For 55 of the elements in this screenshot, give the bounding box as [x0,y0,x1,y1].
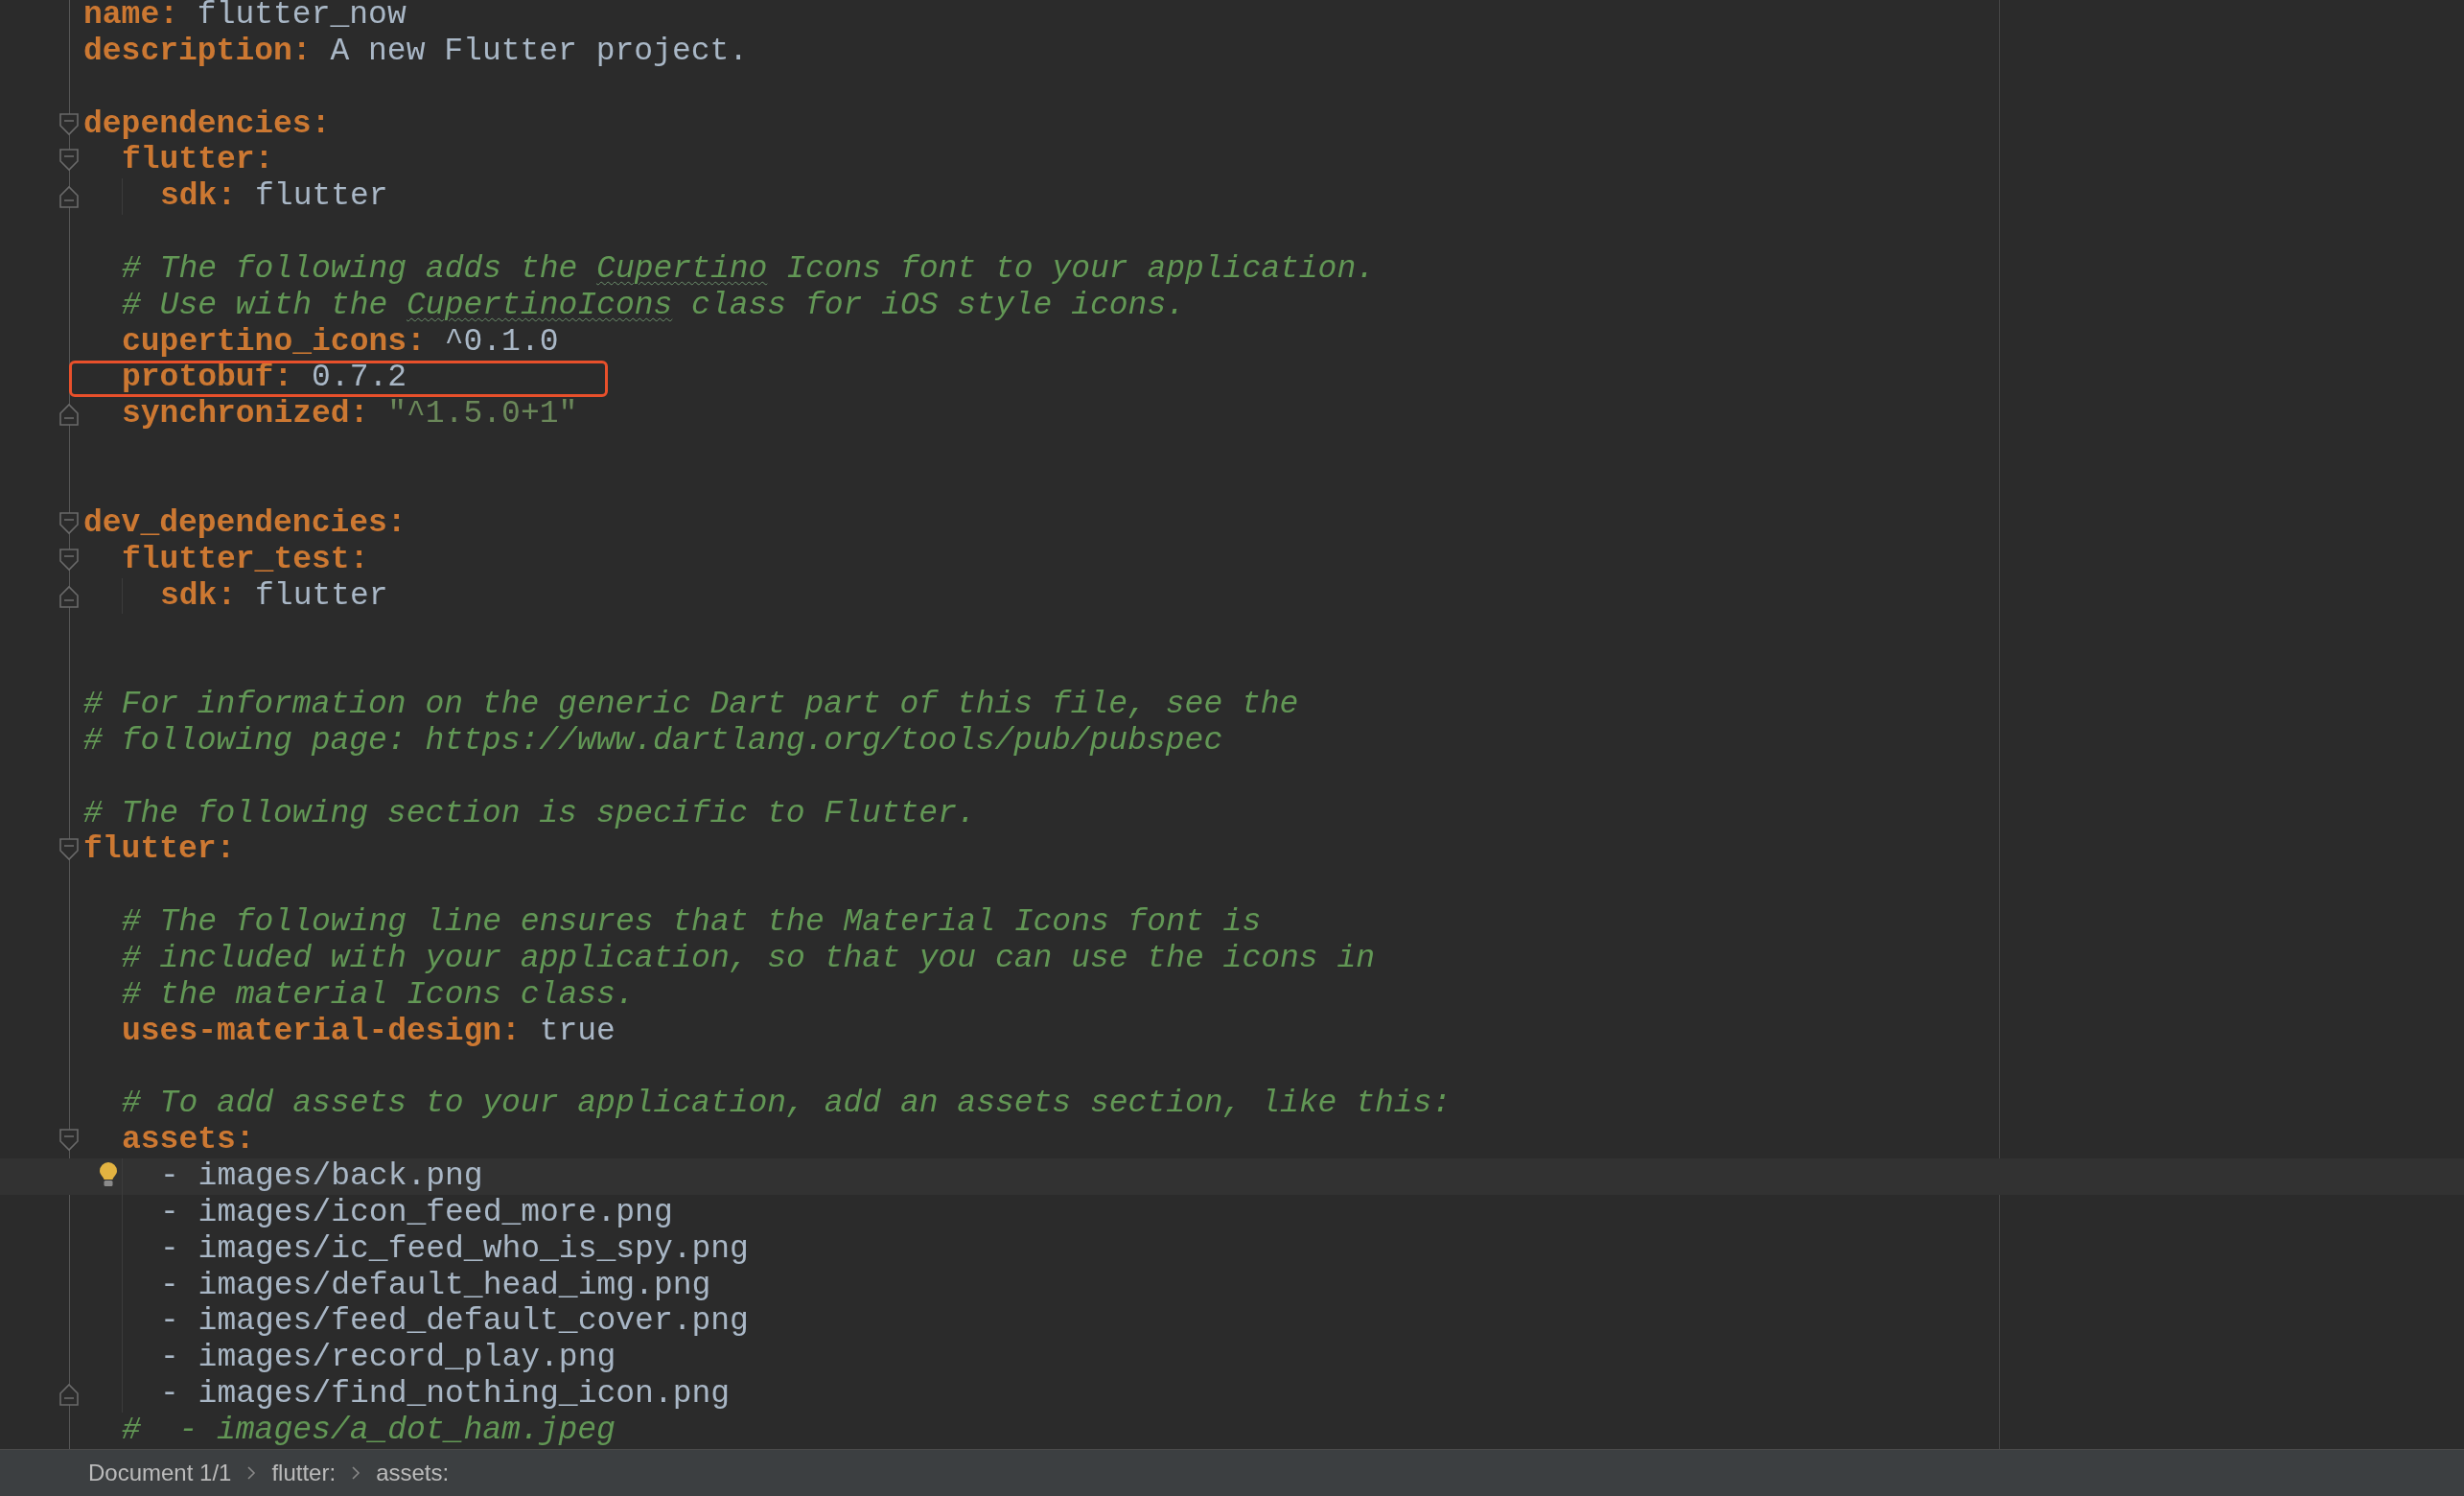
code-comment: # - images/a_dot_ham.jpeg [122,1412,616,1449]
code-comment: # The following section is specific to Flutter. [83,795,976,832]
fold-end-icon[interactable] [58,184,80,210]
yaml-value: flutter [255,178,388,216]
yaml-key: sdk: [160,577,237,615]
yaml-key: assets: [122,1122,255,1158]
breadcrumb[interactable]: assets: [376,1456,450,1490]
yaml-key: protobuf: [122,360,293,397]
chevron-right-icon [351,1465,361,1481]
yaml-value: A new Flutter project. [330,33,749,70]
yaml-key: flutter: [122,142,274,179]
list-item-text: - images/feed_default_cover.png [160,1303,749,1341]
yaml-key: synchronized: [122,396,369,433]
fold-end-icon[interactable] [58,402,80,428]
yaml-value: "^1.5.0+1" [387,396,578,433]
list-item-text: - images/find_nothing_icon.png [160,1376,731,1413]
yaml-key: flutter: [83,831,236,869]
list-item-text: - images/icon_feed_more.png [160,1194,673,1231]
yaml-value: flutter [255,577,388,615]
fold-collapse-icon[interactable] [58,111,80,137]
yaml-key: flutter_test: [122,541,369,578]
yaml-value: true [539,1013,616,1050]
yaml-key: description: [83,33,312,70]
chevron-right-icon [246,1465,257,1481]
code-comment: # For information on the generic Dart part of this file, see the [83,687,1299,723]
yaml-value: 0.7.2 [312,360,407,397]
list-item-text: - images/ic_feed_who_is_spy.png [160,1230,749,1268]
yaml-key: sdk: [160,178,237,216]
list-item-text: - images/default_head_img.png [160,1267,711,1304]
list-item-text: - images/record_play.png [160,1340,616,1377]
yaml-value: flutter_now [197,0,407,34]
code-comment: # following page: https://www.dartlang.org/tools/pub/pubspec [83,722,1223,760]
fold-end-icon[interactable] [58,583,80,609]
yaml-key: uses-material-design: [122,1013,521,1050]
code-comment: # Use with the CupertinoIcons class for iOS style icons. [122,287,1185,324]
lightbulb-icon[interactable] [99,1161,118,1188]
code-comment: # To add assets to your application, add an assets section, like this: [122,1086,1452,1123]
yaml-value: ^0.1.0 [444,323,559,361]
yaml-key: dependencies: [83,105,331,143]
yaml-key: cupertino_icons: [122,323,426,361]
yaml-key: name: [83,0,179,34]
code-comment: # The following adds the Cupertino Icons font to your application. [122,250,1376,288]
list-item-text: - images/back.png [160,1158,483,1195]
breadcrumb[interactable]: Document 1/1 [88,1456,232,1490]
code-comment: # The following line ensures that the Material Icons font is [122,904,1262,941]
code-comment: # included with your application, so that you can use the icons in [122,940,1375,977]
fold-end-icon[interactable] [58,1382,80,1408]
breadcrumb[interactable]: flutter: [271,1456,337,1490]
fold-collapse-icon[interactable] [58,547,80,573]
code-comment: # the material Icons class. [122,976,635,1014]
fold-collapse-icon[interactable] [58,510,80,536]
yaml-key: dev_dependencies: [83,504,407,542]
fold-collapse-icon[interactable] [58,837,80,863]
fold-collapse-icon[interactable] [58,1128,80,1154]
fold-collapse-icon[interactable] [58,148,80,174]
